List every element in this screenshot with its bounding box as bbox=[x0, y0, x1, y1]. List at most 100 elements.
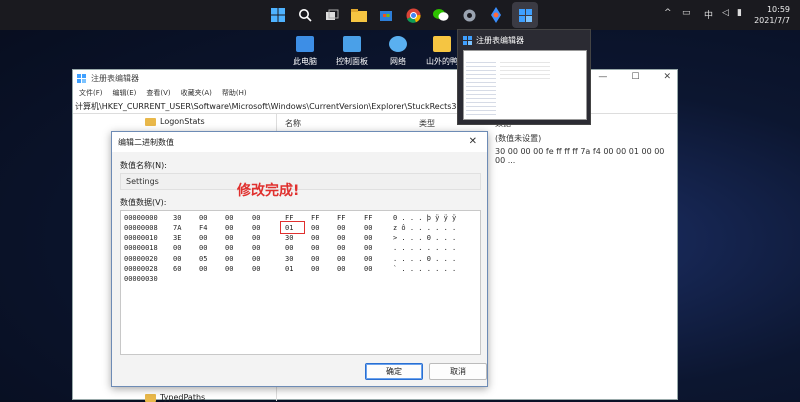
maximize-icon[interactable]: ☐ bbox=[631, 72, 639, 82]
task-view-icon[interactable] bbox=[322, 5, 342, 25]
tree-item-logonstats[interactable]: LogonStats bbox=[145, 117, 205, 126]
value-data-default[interactable]: (数值未设置) bbox=[495, 133, 541, 144]
hex-byte[interactable]: 00 bbox=[364, 255, 372, 263]
network-icon[interactable]: ▭ bbox=[682, 8, 691, 18]
hex-byte[interactable]: FF bbox=[285, 214, 293, 222]
close-icon[interactable]: ✕ bbox=[469, 136, 477, 147]
windows-start-icon[interactable] bbox=[268, 5, 288, 25]
ime-indicator[interactable]: 中 bbox=[704, 8, 713, 21]
hex-byte[interactable]: 00 bbox=[337, 265, 345, 273]
hex-byte[interactable]: 00 bbox=[199, 265, 207, 273]
hex-byte[interactable]: 00 bbox=[311, 244, 319, 252]
hex-editor[interactable]: 00000000 30 00 00 00 FF FF FF FF 0 . . . þ ÿ ÿ ÿ0… bbox=[120, 210, 481, 355]
hex-byte[interactable]: 7A bbox=[173, 224, 181, 232]
menu-file[interactable]: 文件(F) bbox=[79, 88, 103, 98]
hex-byte[interactable]: 00 bbox=[199, 244, 207, 252]
hex-byte[interactable]: 00 bbox=[364, 265, 372, 273]
chrome-icon[interactable] bbox=[403, 5, 423, 25]
hex-byte[interactable]: 00 bbox=[252, 255, 260, 263]
hex-byte[interactable]: 00 bbox=[252, 265, 260, 273]
hex-byte[interactable]: 00 bbox=[225, 234, 233, 242]
clock[interactable]: 10:59 2021/7/7 bbox=[754, 4, 790, 26]
value-name-field[interactable]: Settings bbox=[120, 173, 481, 190]
hex-row[interactable]: 00000028 60 00 00 00 01 00 00 00 ` . . . . . . . bbox=[121, 265, 480, 275]
hex-byte[interactable]: 00 bbox=[252, 234, 260, 242]
hex-byte[interactable]: 00 bbox=[337, 234, 345, 242]
hex-row[interactable]: 00000018 00 00 00 00 00 00 00 00 . . . . . . . . bbox=[121, 244, 480, 254]
value-data-settings[interactable]: 30 00 00 00 fe ff ff ff 7a f4 00 00 01 0… bbox=[495, 147, 677, 165]
tray-chevron-icon[interactable]: ^ bbox=[664, 8, 672, 18]
hex-byte[interactable]: 01 bbox=[285, 265, 293, 273]
hex-byte[interactable]: 00 bbox=[337, 224, 345, 232]
hex-byte[interactable]: 30 bbox=[285, 255, 293, 263]
hex-byte[interactable]: 00 bbox=[199, 234, 207, 242]
hex-byte[interactable]: FF bbox=[364, 214, 372, 222]
hex-byte[interactable]: 00 bbox=[225, 224, 233, 232]
hex-byte[interactable]: 30 bbox=[285, 234, 293, 242]
cancel-button[interactable]: 取消 bbox=[429, 363, 487, 380]
hex-byte[interactable]: 00 bbox=[285, 244, 293, 252]
hex-byte[interactable]: 00 bbox=[364, 224, 372, 232]
hex-row[interactable]: 00000020 00 05 00 00 30 00 00 00 . . . . 0 . . . bbox=[121, 255, 480, 265]
hex-byte[interactable]: 60 bbox=[173, 265, 181, 273]
app-blue-icon[interactable] bbox=[486, 5, 506, 25]
ok-button[interactable]: 确定 bbox=[365, 363, 423, 380]
hex-byte[interactable]: 00 bbox=[252, 214, 260, 222]
dialog-titlebar[interactable]: 编辑二进制数值 bbox=[112, 132, 487, 152]
hex-byte[interactable]: F4 bbox=[199, 224, 207, 232]
desktop-icon-network[interactable]: 网络 bbox=[376, 36, 420, 67]
menu-favorites[interactable]: 收藏夹(A) bbox=[181, 88, 212, 98]
file-explorer-icon[interactable] bbox=[349, 5, 369, 25]
wechat-icon[interactable] bbox=[431, 5, 451, 25]
hex-byte[interactable]: 00 bbox=[225, 265, 233, 273]
value-data-label: 数值数据(V): bbox=[120, 198, 167, 207]
hex-byte[interactable]: 00 bbox=[311, 224, 319, 232]
volume-icon[interactable]: ◁ bbox=[722, 8, 729, 18]
close-icon[interactable]: ✕ bbox=[663, 72, 671, 82]
search-icon[interactable] bbox=[295, 5, 315, 25]
hex-byte[interactable]: 05 bbox=[199, 255, 207, 263]
menu-help[interactable]: 帮助(H) bbox=[222, 88, 247, 98]
preview-title: 注册表编辑器 bbox=[476, 36, 524, 45]
hex-byte[interactable]: 00 bbox=[337, 255, 345, 263]
desktop-icon-control-panel[interactable]: 控制面板 bbox=[330, 36, 374, 67]
hex-byte[interactable]: 3E bbox=[173, 234, 181, 242]
hex-byte[interactable]: FF bbox=[311, 214, 319, 222]
hex-byte[interactable]: FF bbox=[337, 214, 345, 222]
minimize-icon[interactable]: — bbox=[598, 72, 607, 82]
hex-byte[interactable]: 30 bbox=[173, 214, 181, 222]
hex-byte[interactable]: 00 bbox=[364, 244, 372, 252]
hex-ascii: > . . . 0 . . . bbox=[393, 234, 457, 243]
hex-byte[interactable]: 00 bbox=[311, 255, 319, 263]
desktop-icon-this-pc[interactable]: 此电脑 bbox=[283, 36, 327, 67]
column-name[interactable]: 名称 bbox=[285, 118, 301, 129]
hex-byte[interactable]: 00 bbox=[173, 244, 181, 252]
registry-editor-icon[interactable] bbox=[515, 5, 535, 25]
hex-address: 00000010 bbox=[124, 234, 158, 243]
hex-byte[interactable]: 00 bbox=[173, 255, 181, 263]
hex-byte[interactable]: 00 bbox=[337, 244, 345, 252]
hex-row[interactable]: 00000030 bbox=[121, 275, 480, 285]
settings-gear-icon[interactable] bbox=[459, 5, 479, 25]
hex-byte[interactable]: 00 bbox=[225, 214, 233, 222]
hex-byte[interactable]: 00 bbox=[252, 224, 260, 232]
hex-byte[interactable]: 00 bbox=[252, 244, 260, 252]
menu-view[interactable]: 查看(V) bbox=[146, 88, 170, 98]
tree-item-typedpaths[interactable]: TypedPaths bbox=[145, 393, 205, 402]
taskbar-preview[interactable]: 注册表编辑器 bbox=[457, 29, 591, 125]
battery-icon[interactable]: ▮ bbox=[737, 8, 742, 18]
menu-edit[interactable]: 编辑(E) bbox=[113, 88, 137, 98]
hex-row[interactable]: 00000008 7A F4 00 00 01 00 00 00 z ô . . . . . . bbox=[121, 224, 480, 234]
store-icon[interactable] bbox=[376, 5, 396, 25]
hex-row[interactable]: 00000000 30 00 00 00 FF FF FF FF 0 . . . þ ÿ ÿ ÿ bbox=[121, 214, 480, 224]
value-name-label: 数值名称(N): bbox=[120, 161, 167, 170]
hex-byte[interactable]: 00 bbox=[225, 244, 233, 252]
hex-byte[interactable]: 00 bbox=[364, 234, 372, 242]
hex-byte[interactable]: 00 bbox=[199, 214, 207, 222]
hex-byte[interactable]: 00 bbox=[311, 234, 319, 242]
column-type[interactable]: 类型 bbox=[419, 118, 435, 129]
hex-byte[interactable]: 00 bbox=[311, 265, 319, 273]
hex-byte[interactable]: 00 bbox=[225, 255, 233, 263]
hex-byte[interactable]: 01 bbox=[285, 224, 293, 232]
hex-row[interactable]: 00000010 3E 00 00 00 30 00 00 00 > . . . 0 . . . bbox=[121, 234, 480, 244]
